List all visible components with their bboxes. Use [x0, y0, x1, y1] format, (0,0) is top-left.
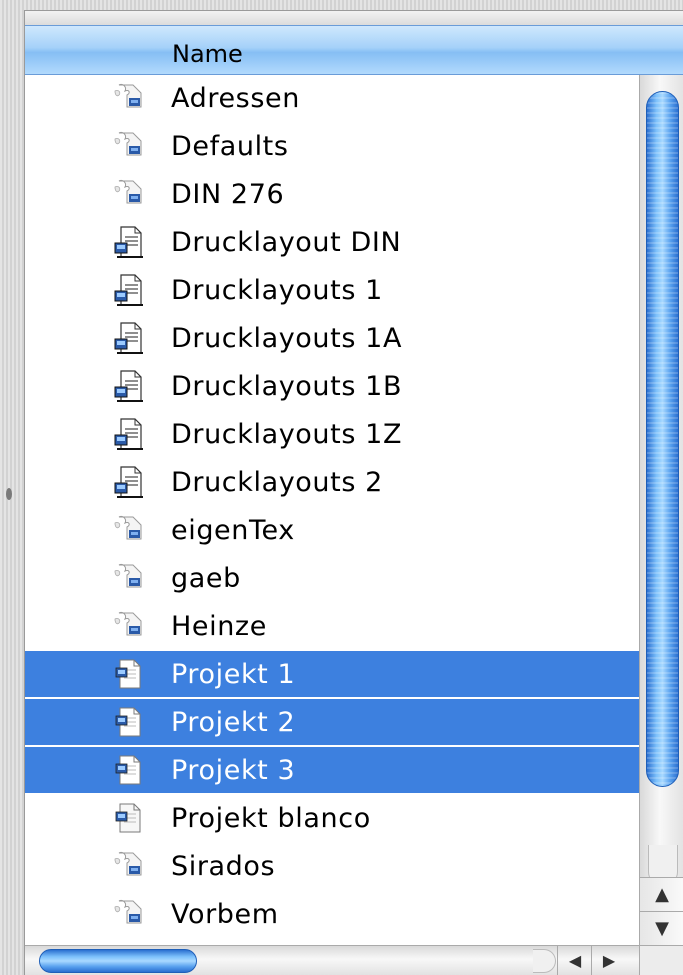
arrow-left-icon[interactable]: ◀ — [557, 946, 592, 975]
arrow-up-icon[interactable]: ▲ — [640, 877, 683, 912]
list-item-label: Vorbem — [171, 899, 279, 930]
list-item[interactable]: Drucklayouts 1 — [25, 267, 639, 313]
list-item[interactable]: Projekt 3 — [25, 747, 639, 795]
column-header-name[interactable]: Name — [25, 25, 683, 75]
list-item-label: Sirados — [171, 851, 276, 882]
database-file-icon — [113, 609, 147, 643]
file-list-window: Name Adressen Defaults DIN 276 Drucklayout … — [24, 10, 683, 975]
list-item-label: Drucklayouts 1A — [171, 323, 403, 354]
project-document-icon — [113, 801, 147, 835]
list-item-label: Defaults — [171, 131, 289, 162]
arrow-down-icon[interactable]: ▼ — [640, 911, 683, 946]
list-item[interactable]: Drucklayouts 1Z — [25, 411, 639, 457]
list-item-label: gaeb — [171, 563, 241, 594]
database-file-icon — [113, 561, 147, 595]
list-item-label: Projekt blanco — [171, 803, 371, 834]
database-file-icon — [113, 81, 147, 115]
list-item-label: eigenTex — [171, 515, 295, 546]
layout-document-icon — [113, 369, 147, 403]
list-item-label: Drucklayouts 1 — [171, 275, 383, 306]
list-item[interactable]: DIN 276 — [25, 171, 639, 217]
column-header-label: Name — [172, 40, 243, 68]
list-item-label: Drucklayout DIN — [171, 227, 402, 258]
layout-document-icon — [113, 417, 147, 451]
database-file-icon — [113, 849, 147, 883]
project-document-icon — [113, 657, 147, 691]
vertical-scrollbar[interactable]: ▲ ▼ — [639, 75, 683, 946]
list-item-label: Adressen — [171, 83, 300, 114]
list-item-label: Heinze — [171, 611, 267, 642]
layout-document-icon — [113, 225, 147, 259]
arrow-right-icon[interactable]: ▶ — [591, 946, 626, 975]
list-item-label: Projekt 1 — [171, 659, 296, 690]
list-item-label: Projekt 2 — [171, 707, 296, 738]
header-top-strip — [25, 11, 683, 25]
list-item[interactable]: Projekt 2 — [25, 699, 639, 747]
list-item[interactable]: Drucklayouts 2 — [25, 459, 639, 505]
list-item[interactable]: Projekt blanco — [25, 795, 639, 841]
window-resize-grip[interactable] — [6, 488, 12, 500]
horizontal-scrollbar[interactable]: ◀ ▶ — [25, 945, 639, 975]
project-document-icon — [113, 753, 147, 787]
scrollbar-corner — [639, 945, 683, 975]
list-item-label: Projekt 3 — [171, 755, 296, 786]
layout-document-icon — [113, 465, 147, 499]
list-item[interactable]: Heinze — [25, 603, 639, 649]
database-file-icon — [113, 129, 147, 163]
list-item-label: Drucklayouts 1B — [171, 371, 403, 402]
database-file-icon — [113, 177, 147, 211]
list-item[interactable]: Drucklayout DIN — [25, 219, 639, 265]
database-file-icon — [113, 513, 147, 547]
list-item[interactable]: Drucklayouts 1B — [25, 363, 639, 409]
list-item[interactable]: Vorbem — [25, 891, 639, 937]
layout-document-icon — [113, 273, 147, 307]
list-item-label: Drucklayouts 1Z — [171, 419, 403, 450]
list-item[interactable]: Drucklayouts 1A — [25, 315, 639, 361]
horizontal-scroll-thumb[interactable] — [39, 949, 197, 973]
horizontal-scroll-track-end — [533, 949, 556, 973]
list-item-label: Drucklayouts 2 — [171, 467, 383, 498]
list-item[interactable]: Adressen — [25, 75, 639, 121]
list-item[interactable]: eigenTex — [25, 507, 639, 553]
list-item-label: DIN 276 — [171, 179, 285, 210]
list-item[interactable]: gaeb — [25, 555, 639, 601]
database-file-icon — [113, 897, 147, 931]
project-document-icon — [113, 705, 147, 739]
list-item[interactable]: Sirados — [25, 843, 639, 889]
list-item[interactable]: Defaults — [25, 123, 639, 169]
layout-document-icon — [113, 321, 147, 355]
vertical-scroll-thumb[interactable] — [646, 91, 679, 787]
list-item[interactable]: Projekt 1 — [25, 651, 639, 699]
